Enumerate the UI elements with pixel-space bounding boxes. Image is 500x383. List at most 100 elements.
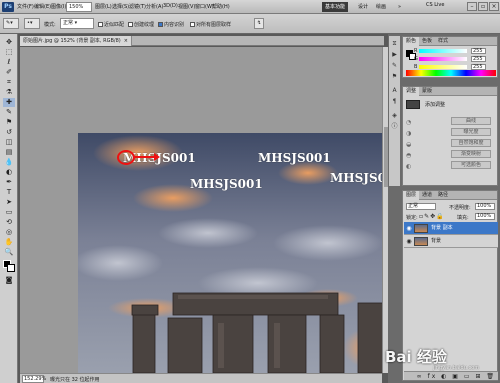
annotation-circle [117,150,135,165]
checkbox-create-texture[interactable]: 创建纹理 [128,21,154,28]
adjust-curves-button[interactable]: 曲线 [451,117,491,125]
adjust-gradient-map-button[interactable]: 渐变映射 [451,150,491,158]
pen-tool-icon[interactable]: ✒ [3,178,15,187]
menu-view[interactable]: 视图(V) [178,3,195,10]
eraser-tool-icon[interactable]: ◫ [3,138,15,147]
opacity-field[interactable]: 100% [475,203,495,210]
menu-help[interactable]: 帮助(H) [212,3,230,10]
fill-field[interactable]: 100% [475,213,495,220]
slider-b[interactable] [419,65,467,69]
mode-label: 模式: [44,22,56,28]
lock-icons[interactable]: ▫✎✥🔒 [419,213,445,220]
lasso-tool-icon[interactable]: ℓ [3,58,15,67]
checkbox-box[interactable] [158,22,163,27]
menu-layer[interactable]: 图层(L) [95,3,112,10]
actions-panel-icon[interactable]: ▶ [390,50,399,59]
cs-live-button[interactable]: CS Live [426,2,444,8]
crop-tool-icon[interactable]: ⌗ [3,78,15,87]
workspace-basic-button[interactable]: 基本功能 [322,2,349,12]
3d-panel-icon[interactable]: ◈ [390,111,399,120]
menu-select[interactable]: 选择(S) [112,3,129,10]
restore-icon[interactable]: ▫ [478,2,488,11]
checkbox-content-aware[interactable]: 内容识别 [158,21,184,28]
menu-edit[interactable]: 编辑(E) [34,3,51,10]
checkbox-sample-all[interactable]: 对所有图层取样 [190,21,231,28]
tab-channels[interactable]: 通道 [419,191,435,200]
slider-r[interactable] [419,49,467,53]
shape-tool-icon[interactable]: ▭ [3,208,15,217]
watermark-text: MHSJS001 [330,171,383,185]
close-icon[interactable]: × [489,2,499,11]
tab-masks[interactable]: 蒙版 [419,87,435,96]
brush-picker[interactable]: •▾ [24,18,40,29]
layer-row[interactable]: ◉ 背景 [404,235,498,248]
history-brush-tool-icon[interactable]: ↺ [3,128,15,137]
workspace-painting-button[interactable]: 绘画 [373,2,389,12]
3d-rotate-tool-icon[interactable]: ⟲ [3,218,15,227]
history-panel-icon[interactable]: ⧖ [390,39,399,48]
watermark-text: MHSJS001 [258,151,331,165]
tab-styles[interactable]: 样式 [435,37,451,46]
value-g[interactable]: 255 [471,56,486,62]
blend-mode-select[interactable]: 正常 [406,203,436,210]
brush-tool-icon[interactable]: ✎ [3,108,15,117]
zoom-tool-icon[interactable]: 🔍 [3,248,15,257]
value-r[interactable]: 255 [471,48,486,54]
path-select-tool-icon[interactable]: ➤ [3,198,15,207]
pressure-icon[interactable]: ↯ [254,18,264,29]
adjust-vibrance-button[interactable]: 自然饱和度 [451,139,491,147]
adjust-selective-color-button[interactable]: 可选颜色 [451,161,491,169]
image-canvas[interactable]: MHSJS001 MHSJS001 MHSJS001 MHSJS001 [78,133,383,373]
dodge-tool-icon[interactable]: ◐ [3,168,15,177]
tab-swatches[interactable]: 色板 [419,37,435,46]
adjust-exposure-button[interactable]: 曝光度 [451,128,491,136]
eyedropper-tool-icon[interactable]: ⚗ [3,88,15,97]
quick-select-tool-icon[interactable]: ✐ [3,68,15,77]
menu-file[interactable]: 文件(F) [17,3,34,10]
zoom-level[interactable]: 150% [66,2,92,12]
menu-analysis[interactable]: 分析(A) [146,3,163,10]
document-tab[interactable]: 原始图片.jpg @ 152% (背景 副本, RGB/8) × [20,36,132,46]
clone-source-panel-icon[interactable]: ⚑ [390,72,399,81]
type-tool-icon[interactable]: T [3,188,15,197]
info-panel-icon[interactable]: ⓘ [390,122,399,131]
tab-color[interactable]: 颜色 [403,37,420,46]
menu-image[interactable]: 图像(I) [51,3,66,10]
slider-g[interactable] [419,57,467,61]
visibility-eye-icon[interactable]: ◉ [406,222,412,235]
tab-adjustments[interactable]: 调整 [403,87,420,96]
close-tab-icon[interactable]: × [124,38,128,44]
quick-mask-icon[interactable]: ◙ [3,276,15,285]
color-ramp[interactable] [406,70,496,76]
clone-stamp-tool-icon[interactable]: ⚑ [3,118,15,127]
tab-layers[interactable]: 图层 [403,191,420,200]
brush-panel-icon[interactable]: ✎ [390,61,399,70]
menu-filter[interactable]: 滤镜(T) [129,3,146,10]
character-panel-icon[interactable]: A [390,86,399,95]
background-color-swatch[interactable] [7,264,15,272]
spot-healing-tool-icon[interactable]: ✚ [3,98,15,107]
paragraph-panel-icon[interactable]: ¶ [390,97,399,106]
3d-camera-tool-icon[interactable]: ◎ [3,228,15,237]
checkbox-box[interactable] [128,22,133,27]
mode-select[interactable]: 正常 ▾ [60,18,94,29]
menu-bar: Ps 文件(F) 编辑(E) 图像(I) 150% 图层(L) 选择(S) 滤镜… [0,0,500,14]
menu-3d[interactable]: 3D(D) [163,3,178,9]
blur-tool-icon[interactable]: 💧 [3,158,15,167]
workspace-more-button[interactable]: » [395,2,404,12]
gradient-tool-icon[interactable]: ▤ [3,148,15,157]
status-zoom-field[interactable]: 152.29% [22,375,46,383]
workspace-design-button[interactable]: 设计 [355,2,371,12]
move-tool-icon[interactable]: ✥ [3,38,15,47]
marquee-tool-icon[interactable]: ⬚ [3,48,15,57]
checkbox-approx-match[interactable]: 近似匹配 [98,21,124,28]
minimize-icon[interactable]: – [467,2,477,11]
tool-preset-picker[interactable]: ✎▾ [3,18,19,29]
checkbox-box[interactable] [190,22,195,27]
visibility-eye-icon[interactable]: ◉ [406,235,412,248]
tab-paths[interactable]: 路径 [435,191,451,200]
hand-tool-icon[interactable]: ✋ [3,238,15,247]
checkbox-box[interactable] [98,22,103,27]
layers-footer-buttons[interactable]: ∞ fx ◐ ▣ ▭ ⊞ 🗑 [404,371,498,380]
layer-row-selected[interactable]: ◉ 背景 副本 [404,222,498,235]
